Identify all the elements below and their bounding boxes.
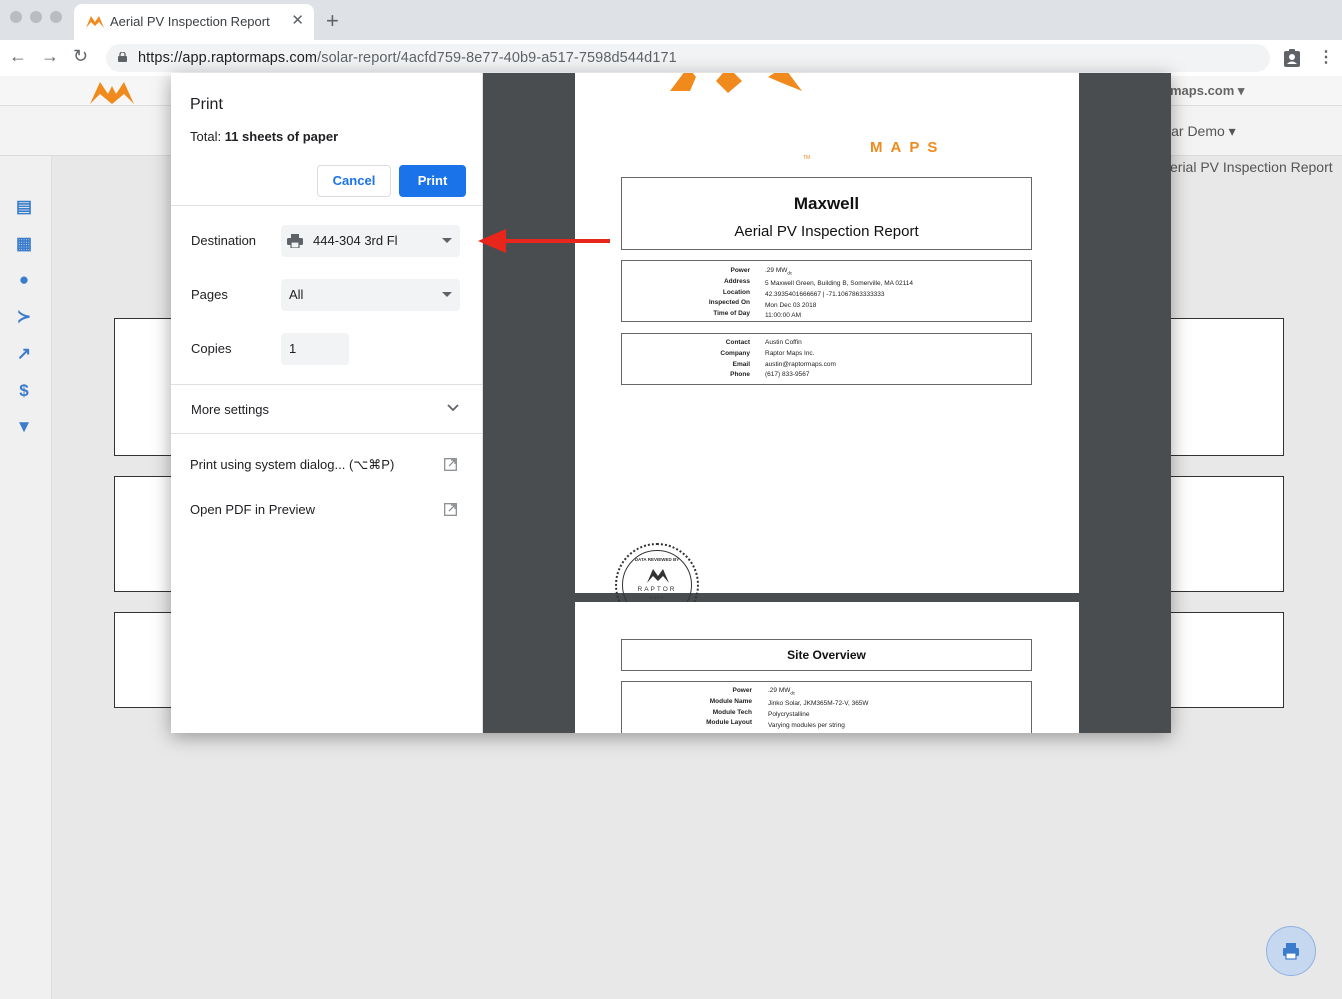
share-icon[interactable]: ↗ — [15, 345, 33, 363]
browser-tab[interactable]: Aerial PV Inspection Report ✕ — [74, 4, 314, 40]
chevron-down-icon[interactable] — [447, 404, 459, 412]
terminal-icon[interactable]: ≻ — [15, 308, 33, 326]
globe-icon[interactable]: ● — [15, 271, 33, 289]
raptor-logo-icon — [86, 16, 104, 28]
site-overview-box: Site Overview — [621, 639, 1032, 671]
app-sidebar: ▤ ▦ ● ≻ ↗ $ ▼ — [0, 156, 52, 999]
contact-info-box: Contact Company Email Phone Austin Coffi… — [621, 333, 1032, 385]
lock-icon — [118, 52, 127, 62]
minimize-window-dot[interactable] — [30, 11, 42, 23]
report-title: Aerial PV Inspection Report — [734, 223, 919, 240]
copies-label: Copies — [191, 341, 232, 356]
seal-logo-icon — [647, 569, 669, 583]
reload-icon[interactable]: ↻ — [73, 46, 88, 67]
tab-title: Aerial PV Inspection Report — [110, 14, 270, 29]
new-tab-icon[interactable]: + — [326, 8, 339, 34]
printer-icon — [1283, 943, 1299, 960]
more-settings-toggle[interactable]: More settings — [191, 402, 269, 417]
divider — [171, 205, 482, 206]
browser-menu-icon[interactable]: ⋮ — [1318, 47, 1334, 67]
copies-value: 1 — [289, 341, 297, 356]
trademark-mark: TM — [803, 155, 811, 161]
preview-page-1: TM MAPS Maxwell Aerial PV Inspection Rep… — [575, 73, 1079, 627]
overview-keys: Power Module Name Module Tech Module Lay… — [706, 687, 752, 727]
site-overview-title: Site Overview — [787, 648, 866, 662]
address-bar[interactable]: https://app.raptormaps.com/solar-report/… — [106, 44, 1270, 72]
printer-icon — [287, 234, 303, 248]
site-info-values: .29 MWdc 5 Maxwell Green, Building B, So… — [765, 267, 914, 320]
contact-info-values: Austin Coffin Raptor Maps Inc. austin@ra… — [765, 339, 836, 379]
pages-label: Pages — [191, 287, 228, 302]
profile-badge-icon[interactable] — [1284, 49, 1300, 67]
copies-input[interactable]: 1 — [281, 333, 349, 365]
report-icon[interactable]: ▤ — [15, 198, 33, 216]
raptor-maps-logo — [670, 73, 802, 93]
divider — [171, 384, 482, 385]
site-info-box: Power Address Location Inspected On Time… — [621, 260, 1032, 322]
dropdown-caret-icon — [442, 292, 452, 297]
site-name: Maxwell — [793, 194, 860, 213]
browser-toolbar: ← → ↻ https://app.raptormaps.com/solar-r… — [0, 40, 1342, 76]
open-external-icon[interactable] — [444, 503, 457, 516]
print-settings-panel: Print Total: 11 sheets of paper Cancel P… — [171, 73, 483, 733]
site-info-keys: Power Address Location Inspected On Time… — [708, 267, 750, 318]
print-fab[interactable] — [1266, 926, 1316, 976]
brand-text: MAPS — [870, 139, 946, 156]
open-external-icon[interactable] — [444, 458, 457, 471]
account-menu[interactable]: maps.com ▾ — [1170, 83, 1244, 99]
forward-icon[interactable]: → — [41, 46, 59, 67]
raptor-maps-logo[interactable] — [90, 78, 134, 106]
close-tab-icon[interactable]: ✕ — [291, 11, 304, 29]
cancel-button[interactable]: Cancel — [317, 165, 391, 197]
zoom-window-dot[interactable] — [50, 11, 62, 23]
destination-select[interactable]: 444-304 3rd Fl — [281, 225, 460, 257]
destination-value: 444-304 3rd Fl — [313, 233, 398, 248]
pages-select[interactable]: All — [281, 279, 460, 311]
pages-value: All — [289, 287, 304, 302]
site-overview-details: Power Module Name Module Tech Module Lay… — [621, 681, 1032, 733]
annotation-arrow — [478, 229, 610, 253]
print-dialog: Print Total: 11 sheets of paper Cancel P… — [171, 73, 1171, 733]
preview-page-2: Site Overview Power Module Name Module T… — [575, 602, 1079, 733]
open-pdf-link[interactable]: Open PDF in Preview — [190, 502, 315, 517]
contact-info-keys: Contact Company Email Phone — [720, 339, 750, 379]
divider — [171, 433, 482, 434]
print-title: Print — [190, 96, 223, 113]
report-title-box: Maxwell Aerial PV Inspection Report — [621, 177, 1032, 250]
system-dialog-link[interactable]: Print using system dialog... (⌥⌘P) — [190, 457, 394, 473]
dropdown-caret-icon — [442, 238, 452, 243]
app-page-title: erial PV Inspection Report — [1170, 159, 1333, 175]
print-button[interactable]: Print — [399, 165, 466, 197]
browser-tab-bar: Aerial PV Inspection Report ✕ + — [0, 0, 1342, 40]
filter-icon[interactable]: ▼ — [15, 418, 33, 436]
dollar-icon[interactable]: $ — [15, 382, 33, 400]
project-selector[interactable]: lar Demo ▾ — [1168, 123, 1236, 140]
url-text: https://app.raptormaps.com/solar-report/… — [138, 50, 677, 66]
overview-values: .29 MWdc Jinko Solar, JKM365M-72-V, 365W… — [768, 687, 869, 729]
sheet-total: Total: 11 sheets of paper — [190, 129, 339, 144]
back-icon[interactable]: ← — [9, 46, 27, 67]
grid-icon[interactable]: ▦ — [15, 235, 33, 253]
close-window-dot[interactable] — [10, 11, 22, 23]
destination-label: Destination — [191, 233, 257, 248]
print-preview[interactable]: TM MAPS Maxwell Aerial PV Inspection Rep… — [483, 73, 1171, 733]
